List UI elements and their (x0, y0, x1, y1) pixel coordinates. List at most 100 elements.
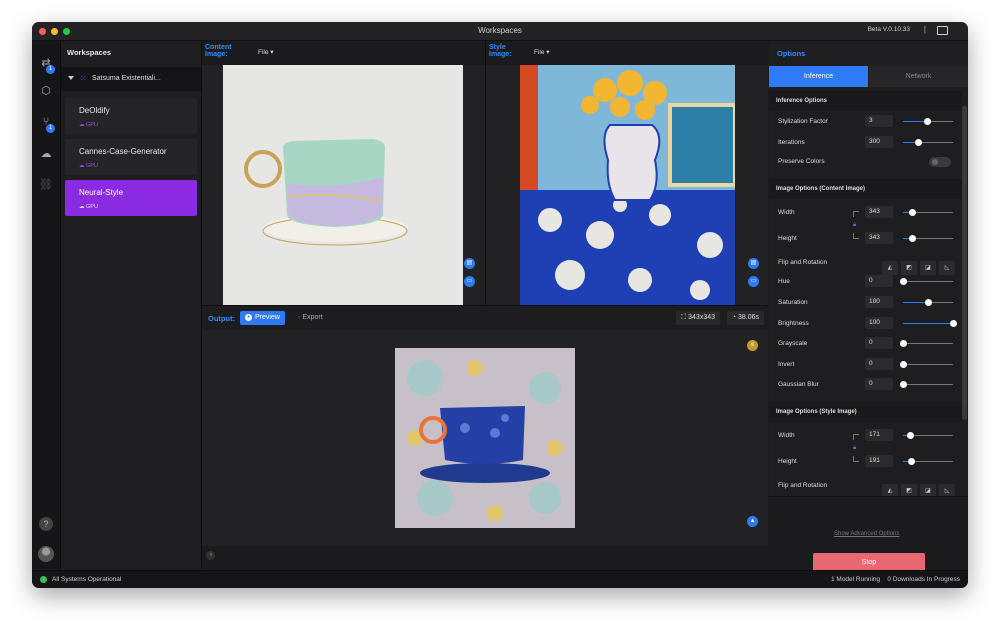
content-file-menu[interactable]: File ▾ (258, 48, 274, 56)
inference-options-header: Inference Options (769, 91, 962, 111)
status-ok-icon (40, 576, 47, 583)
output-image (395, 348, 575, 528)
content-height-row: Height 343 (769, 229, 962, 249)
status-bar: All Systems Operational 1 Model Running … (32, 570, 968, 588)
style-clipboard-icon[interactable]: ▤ (748, 258, 759, 269)
style-height-input[interactable]: 191 (865, 455, 893, 467)
hue-input[interactable]: 0 (865, 275, 893, 287)
swap-badge: 1 (46, 65, 55, 74)
output-time-chip: ◔ 38.06s (726, 311, 764, 325)
style-width-row: Width 171 (769, 426, 962, 446)
options-panel: Options Inference Network Inference Opti… (769, 41, 968, 573)
style-image (520, 65, 735, 305)
iterations-input[interactable]: 300 (865, 136, 893, 148)
content-image (223, 65, 463, 305)
hue-row: Hue 0 (769, 272, 962, 292)
style-width-input[interactable]: 171 (865, 429, 893, 441)
link-bracket-bottom (853, 233, 859, 239)
content-height-input[interactable]: 343 (865, 232, 893, 244)
sidebar-title: Workspaces (67, 48, 112, 57)
system-status: All Systems Operational (52, 576, 122, 583)
invert-slider[interactable] (900, 361, 953, 368)
grayscale-row: Grayscale 0 (769, 334, 962, 354)
output-status-icon[interactable]: ≡ (747, 340, 758, 351)
iterations-slider[interactable] (903, 139, 953, 146)
gaussian-blur-input[interactable]: 0 (865, 378, 893, 390)
title-bar: Workspaces Beta V.0.10.33 | (32, 22, 968, 41)
preserve-colors-row: Preserve Colors (769, 152, 962, 172)
style-height-row: Height 191 (769, 452, 962, 472)
model-gpu-tag: ☁ GPU (79, 163, 98, 169)
model-gpu-tag: ☁ GPU (79, 122, 98, 128)
hue-slider[interactable] (900, 278, 953, 285)
icon-rail: ⇄ 1 ⬡ ⑂ 1 ☁ ⛓ ? (32, 41, 61, 569)
workspace-sidebar: Workspaces ⁙ Satsuma Existentiali... DeO… (61, 41, 202, 569)
avatar[interactable] (38, 546, 54, 562)
export-button[interactable]: ◦ Export (298, 314, 323, 321)
link-bracket-top (853, 211, 859, 217)
invert-input[interactable]: 0 (865, 358, 893, 370)
style-image-options-header: Image Options (Style Image) (769, 402, 962, 422)
brightness-row: Brightness 100 (769, 314, 962, 334)
brightness-input[interactable]: 100 (865, 317, 893, 329)
help-icon[interactable]: ? (39, 517, 53, 531)
output-label: Output: (208, 314, 236, 323)
output-download-icon[interactable]: ▲ (747, 516, 758, 527)
pause-icon[interactable]: ॥ (206, 551, 215, 560)
content-image-label: Content Image: (205, 44, 232, 58)
workspace-icon: ⁙ (80, 74, 87, 83)
grayscale-input[interactable]: 0 (865, 337, 893, 349)
style-folder-icon[interactable]: ▭ (748, 276, 759, 287)
content-clipboard-icon[interactable]: ▤ (464, 258, 475, 269)
model-item-deoldify[interactable]: DeOldify ☁ GPU (65, 98, 197, 134)
lock-icon[interactable]: 🔒︎ (853, 222, 856, 229)
status-right: 1 Model Running 0 Downloads In Progress (831, 576, 960, 583)
style-flip-row: Flip and Rotation ◭ ◩ ◪ ◺ (769, 476, 962, 498)
tab-inference[interactable]: Inference (769, 66, 868, 87)
chat-icon[interactable] (937, 26, 948, 35)
style-width-slider[interactable] (903, 432, 953, 439)
preview-button[interactable]: ● Preview (240, 311, 285, 325)
cloud-upload-icon[interactable]: ☁ (39, 147, 53, 161)
preserve-colors-toggle[interactable] (929, 157, 951, 167)
model-name: Cannes-Case-Generator (79, 147, 167, 156)
export-icon: ◦ (298, 314, 301, 321)
content-width-input[interactable]: 343 (865, 206, 893, 218)
link-icon[interactable]: ⛓ (39, 178, 53, 192)
lock-icon[interactable]: 🔒︎ (853, 445, 856, 452)
model-item-cannes-case-generator[interactable]: Cannes-Case-Generator ☁ GPU (65, 139, 197, 175)
style-file-menu[interactable]: File ▾ (534, 48, 550, 56)
stylization-factor-input[interactable]: 3 (865, 115, 893, 127)
style-image-header: Style Image: File ▾ (486, 41, 768, 65)
options-title: Options (777, 49, 806, 58)
style-height-slider[interactable] (903, 458, 953, 465)
stylization-factor-slider[interactable] (903, 118, 953, 125)
stylization-factor-row: Stylization Factor 3 (769, 112, 962, 132)
content-height-slider[interactable] (903, 235, 953, 242)
model-gpu-tag: ☁ GPU (79, 204, 98, 210)
options-scrollbar[interactable] (962, 106, 967, 420)
chevron-down-icon (68, 76, 74, 80)
app-window: Workspaces Beta V.0.10.33 | ⇄ 1 ⬡ ⑂ 1 ☁ … (32, 22, 968, 588)
iterations-row: Iterations 300 (769, 133, 962, 153)
saturation-slider[interactable] (903, 299, 953, 306)
workspace-selector[interactable]: ⁙ Satsuma Existentiali... (61, 67, 201, 91)
model-item-neural-style[interactable]: Neural-Style ☁ GPU (65, 180, 197, 216)
gaussian-blur-slider[interactable] (900, 381, 953, 388)
eye-icon: ● (245, 313, 252, 321)
cube-icon[interactable]: ⬡ (39, 84, 53, 98)
grayscale-slider[interactable] (900, 340, 953, 347)
content-image-options-header: Image Options (Content Image) (769, 179, 962, 199)
show-advanced-options-link[interactable]: Show Advanced Options (834, 531, 899, 537)
tab-network[interactable]: Network (869, 66, 968, 87)
downloads-status: 0 Downloads In Progress (887, 576, 960, 583)
content-width-slider[interactable] (903, 209, 953, 216)
saturation-input[interactable]: 100 (865, 296, 893, 308)
output-footer: ॥ (202, 546, 768, 569)
model-name: Neural-Style (79, 188, 124, 197)
content-flip-row: Flip and Rotation ◭ ◩ ◪ ◺ (769, 253, 962, 275)
content-folder-icon[interactable]: ▭ (464, 276, 475, 287)
brightness-slider[interactable] (903, 320, 957, 327)
models-running: 1 Model Running (830, 576, 881, 583)
link-bracket-top (853, 434, 859, 440)
